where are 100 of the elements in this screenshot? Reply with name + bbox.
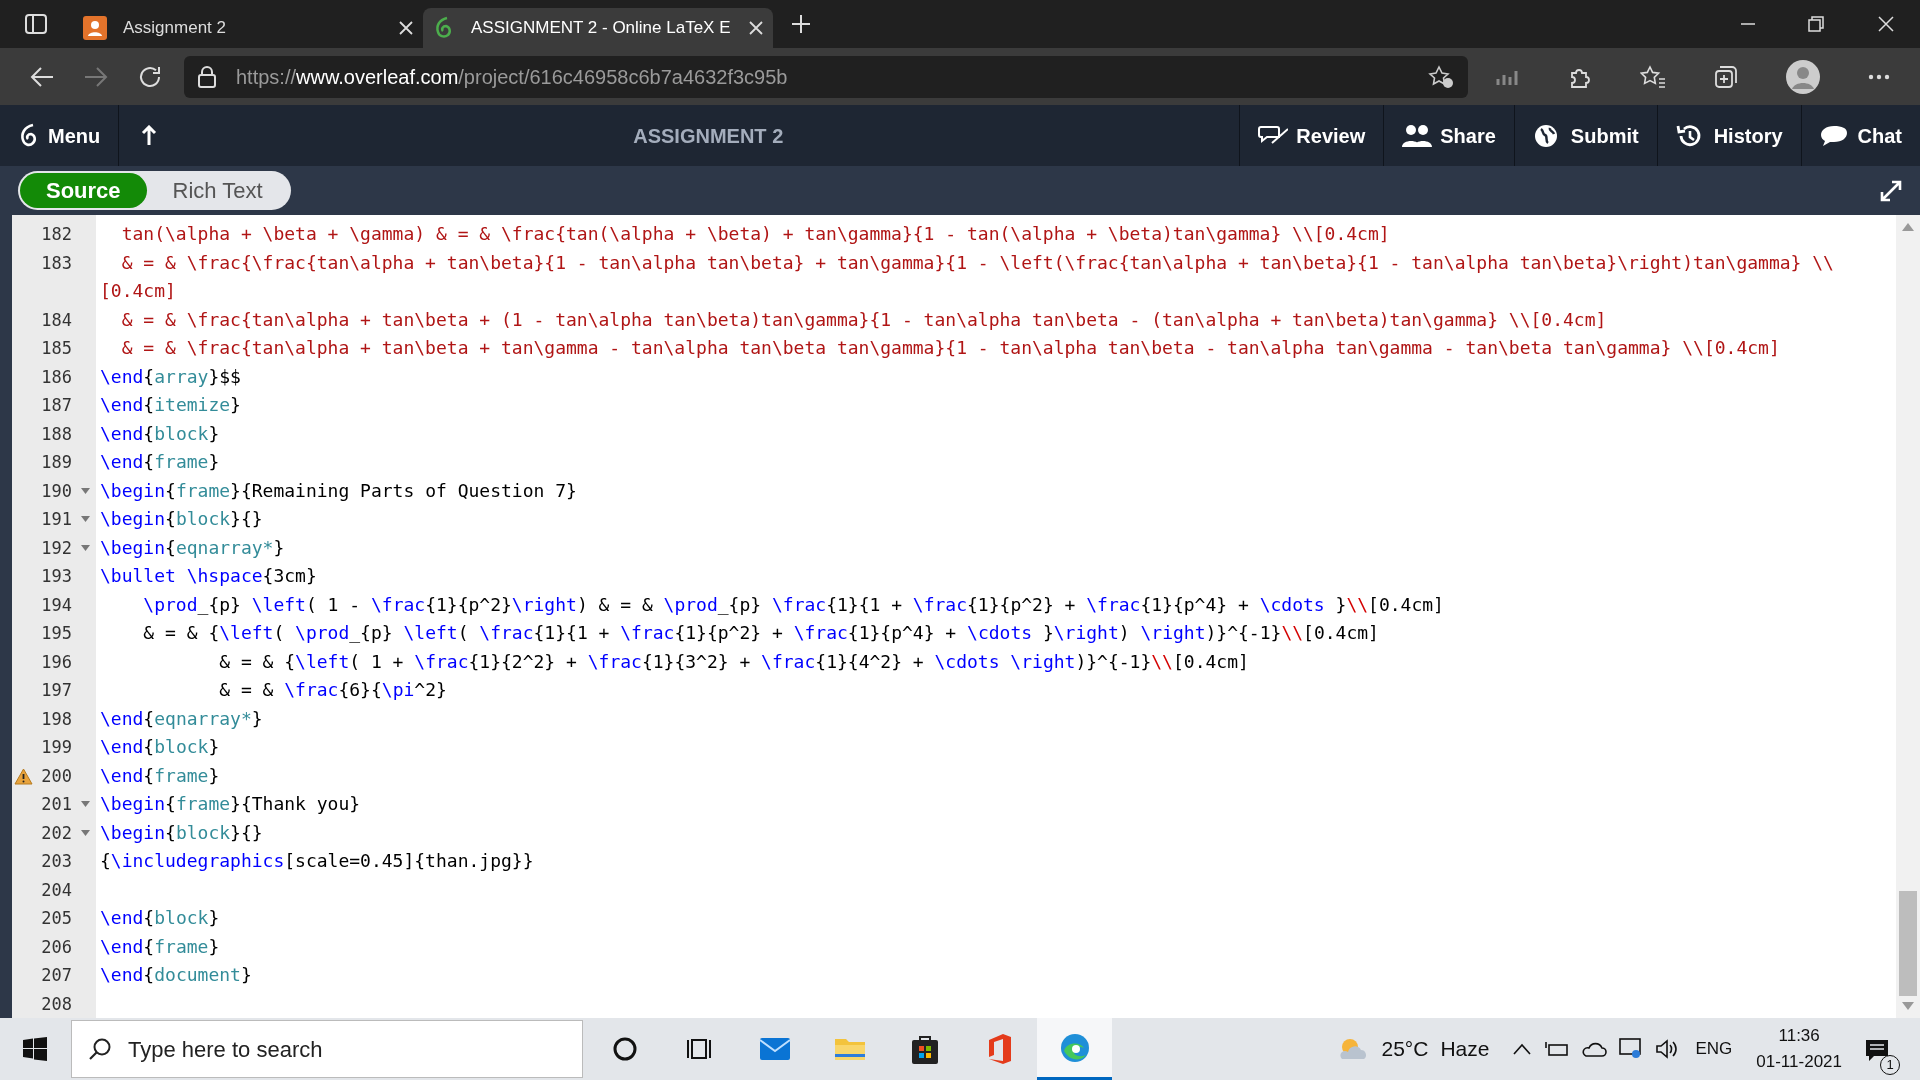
line-number: 202 [41,822,72,843]
fold-arrow-icon[interactable] [81,487,90,494]
line-number: 196 [41,651,72,672]
mode-tab[interactable]: Rich Text [146,173,289,208]
line-number: 201 [41,794,72,814]
chevron-up-icon[interactable] [1513,1043,1532,1055]
line-number: 185 [41,338,72,358]
collections-icon[interactable] [1714,64,1738,89]
back-icon[interactable] [30,65,54,88]
address-field[interactable]: https://www.overleaf.com/project/616c46958c6b7a4632f3c95b [184,55,1468,98]
line-number: 182 [41,224,72,244]
favorites-icon[interactable] [1640,64,1666,89]
code-line: \end{eqnarray*} [100,706,264,731]
code-line: & = & {\left( \prod_{p} \left( \frac{1}{1 + \frac{1}{p^2} + \frac{1}{p^4} + \cdots }\right) \right)}^{-1}\\[0.4cm] [142,621,1380,645]
windows-icon[interactable] [23,1037,47,1061]
code-line: \end{frame} [100,763,221,788]
project-title: ASSIGNMENT 2 [633,123,784,149]
close-icon[interactable] [1878,16,1894,32]
line-number: 199 [41,737,72,757]
code-line: {\includegraphics[scale=0.45]{than.jpg}} [100,849,535,873]
line-number: 188 [41,423,72,444]
code-line: & = & \frac{tan\alpha + tan\beta + (1 - tan\alpha tan\beta)tan\gamma}{1 - tan\alpha tan\beta - (tan\alpha + tan\beta)tan\gamma} \\[0.4cm] [120,307,1608,332]
line-number: 184 [41,309,72,330]
battery-icon[interactable] [1545,1040,1570,1058]
language-indicator[interactable]: ENG [1695,1036,1733,1062]
code-line: \begin{block}{} [100,507,264,531]
temperature: 25°C [1381,1036,1429,1063]
close-icon[interactable] [399,21,413,35]
taskbar-search-field[interactable]: Type here to search [71,1020,583,1078]
clock-date[interactable]: 01-11-2021 [1756,1049,1842,1075]
line-number: 192 [41,537,72,558]
code-line: \end{block} [100,735,221,759]
edge-taskbar-button[interactable] [1037,1018,1112,1080]
restore-icon[interactable] [1808,16,1824,32]
line-number: 186 [41,366,72,387]
code-line: \prod_{p} \left( 1 - \frac{1}{p^2}\right) & = & \prod_{p} \frac{1}{1 + \frac{1}{p^2} + \frac{1}{p^4} + \cdots }\\[0.4cm] [142,592,1445,617]
avatar-icon[interactable] [1786,59,1820,94]
code-line: \end{frame} [100,934,221,959]
clock-time[interactable]: 11:36 [1778,1023,1820,1049]
code-line: \end{frame} [100,450,221,474]
person-icon [83,16,107,40]
code-line: tan(\alpha + \beta + \gamma) & = & \frac{tan(\alpha + \beta) + tan\gamma}{1 - tan(\alpha + \beta)tan\gamma} \\[0.4cm] [120,222,1391,246]
fold-arrow-icon[interactable] [81,829,90,836]
new-tab-icon[interactable] [791,14,811,34]
code-line: \end{document} [100,963,253,987]
fold-arrow-icon[interactable] [81,544,90,551]
star-plus-icon[interactable] [1428,64,1454,89]
upload-icon[interactable] [141,124,158,147]
lock-icon [198,65,216,88]
tab-title: ASSIGNMENT 2 - Online LaTeX E [471,17,732,40]
line-number: 205 [41,908,72,928]
mode-tab[interactable]: Source [20,173,147,208]
cloud-icon[interactable] [1581,1040,1608,1058]
browser-tab[interactable]: ASSIGNMENT 2 - Online LaTeX E [423,8,773,48]
more-icon[interactable] [1868,73,1890,80]
code-line: \begin{frame}{Remaining Parts of Question 7} [100,478,578,503]
expand-icon[interactable] [1880,179,1902,202]
line-number: 204 [41,879,72,900]
line-number: 194 [41,594,72,615]
network-icon[interactable] [1619,1038,1644,1060]
line-number: 206 [41,936,72,957]
line-number: 208 [41,993,72,1014]
code-line: & = & \frac{tan\alpha + tan\beta + tan\gamma - tan\alpha tan\beta tan\gamma}{1 - tan\alpha tan\beta - tan\alpha tan\gamma - tan\beta tan\gamma} \\[0.4cm] [120,336,1781,360]
line-number: 190 [41,480,72,501]
line-number: 193 [41,566,72,586]
line-number: 200 [41,765,72,786]
line-number: 207 [41,965,72,985]
line-number: 187 [41,395,72,415]
code-line: \begin{eqnarray*} [100,535,286,560]
code-line: \begin{block}{} [100,820,264,845]
weather-condition: Haze [1440,1036,1490,1063]
line-number: 191 [41,509,72,529]
code-line: \begin{frame}{Thank you} [100,792,362,816]
line-number: 189 [41,452,72,472]
browser-tab[interactable]: Assignment 2 [73,8,423,48]
reload-icon[interactable] [138,64,162,89]
notification-count: 1 [1880,1054,1900,1075]
code-line: \end{array}$$ [100,364,242,389]
speaker-icon[interactable] [1655,1038,1680,1060]
code-line: \end{itemize} [100,393,242,417]
line-number: 203 [41,851,72,871]
close-icon[interactable] [749,21,763,35]
line-number: 197 [41,680,72,700]
code-line: & = & \frac{\frac{tan\alpha + tan\beta}{1 - tan\alpha tan\beta} + tan\gamma}{1 - \left(\frac{tan\alpha + tan\beta}{1 - tan\alpha tan\beta}\right)tan\gamma} \\[0.4cm] [100,250,1835,303]
code-line: & = & {\left( 1 + \frac{1}{2^2} + \frac{1}{3^2} + \frac{1}{4^2} + \cdots \right)}^{-1}\\[0.4cm] [218,649,1250,674]
line-number: 195 [41,623,72,643]
people-icon [1402,122,1433,149]
code-line: & = & \frac{6}{\pi^2} [218,678,448,702]
fold-arrow-icon[interactable] [81,516,90,522]
code-line: \end{block} [100,421,221,446]
scrollbar-thumb[interactable] [1899,891,1917,996]
code-line: \bullet \hspace{3cm} [100,564,318,588]
fold-arrow-icon[interactable] [81,801,90,807]
line-number: 198 [41,708,72,729]
code-line: \end{block} [100,906,221,930]
line-number: 183 [41,252,72,273]
tab-title: Assignment 2 [123,17,227,40]
sidebar-icon[interactable] [25,14,47,34]
search-icon [88,1037,112,1061]
forward-icon [84,65,108,88]
